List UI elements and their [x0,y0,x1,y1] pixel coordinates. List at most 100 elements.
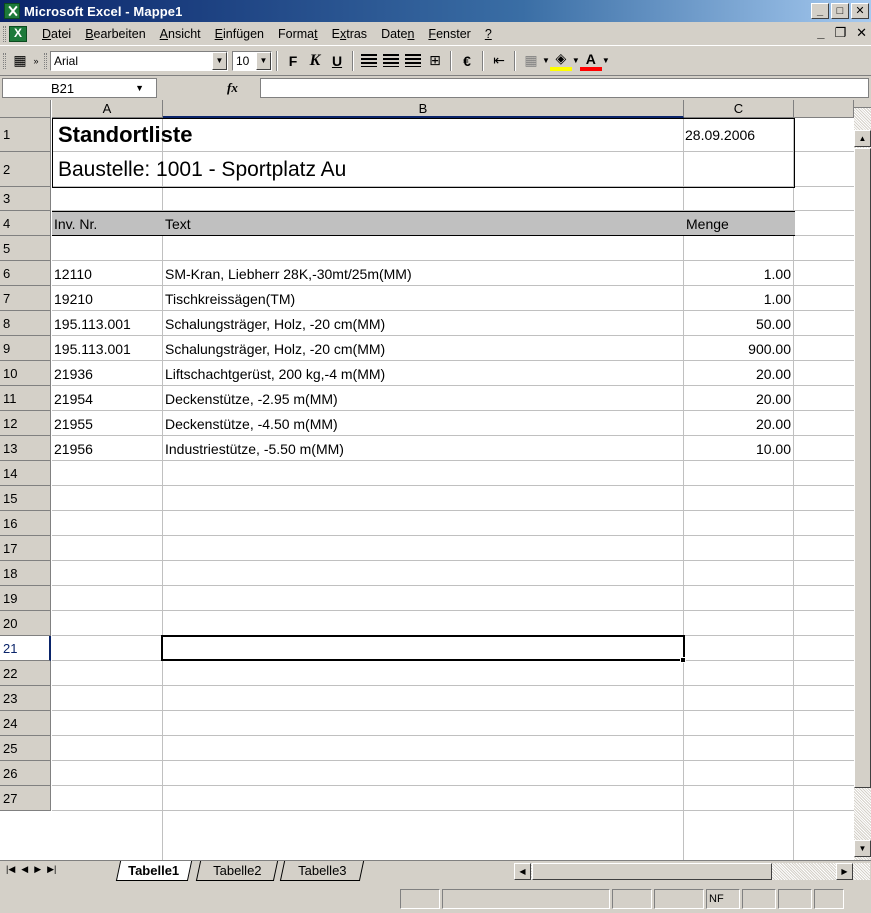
sheet-subtitle[interactable]: Baustelle: 1001 - Sportplatz Au [52,152,682,187]
column-header-b[interactable]: B [163,100,684,118]
column-header-c[interactable]: C [684,100,794,118]
italic-button[interactable]: K [304,52,326,70]
size-combobox[interactable]: 10 ▼ [232,50,272,71]
menu-item-6[interactable]: Daten [381,27,414,41]
cell-menge[interactable]: 20.00 [684,386,794,411]
row-header-22[interactable]: 22 [0,661,51,686]
row-header-6[interactable]: 6 [0,261,51,286]
align-left-icon[interactable] [361,54,377,67]
toolbar-grip-2[interactable] [44,52,47,69]
split-handle[interactable] [854,100,871,108]
document-icon[interactable] [9,25,27,42]
borders-icon[interactable]: ▦ [520,51,542,71]
cell-menge[interactable]: 20.00 [684,411,794,436]
font-combobox[interactable]: Arial ▼ [50,50,228,71]
cell-text[interactable]: Industriestütze, -5.50 m(MM) [163,436,683,461]
next-sheet-icon[interactable]: ▶ [34,864,41,875]
minimize-button[interactable]: _ [811,3,829,19]
cell-text[interactable]: Liftschachtgerüst, 200 kg,-4 m(MM) [163,361,683,386]
excel-app-icon[interactable] [4,3,20,19]
header-inv[interactable]: Inv. Nr. [52,211,162,236]
scroll-left-icon[interactable]: ◀ [514,863,531,880]
cell-menge[interactable]: 10.00 [684,436,794,461]
menu-grip[interactable] [3,25,6,42]
scroll-right-icon[interactable]: ▶ [836,863,853,880]
cell-text[interactable]: Schalungsträger, Holz, -20 cm(MM) [163,311,683,336]
fill-dropdown-icon[interactable]: ▼ [572,56,580,65]
euro-button[interactable]: € [456,53,478,69]
row-header-5[interactable]: 5 [0,236,51,261]
row-header-1[interactable]: 1 [0,118,51,152]
row-header-19[interactable]: 19 [0,586,51,611]
fill-handle[interactable] [680,657,686,663]
font-color-button[interactable]: A [579,51,602,71]
row-header-11[interactable]: 11 [0,386,51,411]
row-header-16[interactable]: 16 [0,511,51,536]
size-dropdown-icon[interactable]: ▼ [256,51,271,70]
menu-item-7[interactable]: Fenster [428,27,470,41]
first-sheet-icon[interactable]: |◀ [6,864,15,875]
horizontal-scroll-thumb[interactable] [532,863,772,880]
font-dropdown-icon[interactable]: ▼ [212,51,227,70]
close-button[interactable]: ✕ [851,3,869,19]
selected-cell-b21[interactable] [161,635,685,661]
vertical-scroll-thumb[interactable] [854,148,871,788]
select-all-corner[interactable] [0,100,51,118]
row-header-24[interactable]: 24 [0,711,51,736]
menu-item-8[interactable]: ? [485,27,492,41]
cell-menge[interactable]: 1.00 [684,261,794,286]
menu-item-2[interactable]: Ansicht [160,27,201,41]
row-header-20[interactable]: 20 [0,611,51,636]
menu-item-3[interactable]: Einfügen [215,27,264,41]
doc-restore-icon[interactable]: ❐ [834,25,846,41]
row-header-13[interactable]: 13 [0,436,51,461]
row-header-14[interactable]: 14 [0,461,51,486]
cell-menge[interactable]: 900.00 [684,336,794,361]
scroll-up-icon[interactable]: ▲ [854,130,871,147]
row-header-4[interactable]: 4 [0,211,51,236]
fill-color-icon[interactable]: ◈ [549,50,572,71]
align-center-icon[interactable] [383,54,399,67]
tab-tabelle2[interactable]: Tabelle2 [195,861,279,881]
vertical-scrollbar[interactable]: ▲ ▼ [854,100,871,860]
cell-menge[interactable]: 20.00 [684,361,794,386]
align-right-icon[interactable] [405,54,421,67]
indent-icon[interactable]: ⇤ [488,51,510,71]
header-menge[interactable]: Menge [684,211,794,236]
row-header-26[interactable]: 26 [0,761,51,786]
toolbar-grip[interactable] [3,52,6,69]
toolbar-more-icon[interactable]: » [31,51,41,71]
sheet-title[interactable]: Standortliste [52,118,682,152]
horizontal-scrollbar[interactable]: ◀ ▶ [514,863,870,880]
cell-text[interactable]: Tischkreissägen(TM) [163,286,683,311]
row-header-10[interactable]: 10 [0,361,51,386]
worksheet-grid[interactable]: A B C 1 2 3 4 5 6 7 8 9 10 11 12 13 14 15 16 17 18 19 20 21 2… [0,100,871,860]
cell-text[interactable]: Schalungsträger, Holz, -20 cm(MM) [163,336,683,361]
doc-minimize-icon[interactable]: _ [817,25,824,41]
prev-sheet-icon[interactable]: ◀ [21,864,28,875]
tab-tabelle3[interactable]: Tabelle3 [279,861,365,881]
tab-tabelle1[interactable]: Tabelle1 [115,861,193,881]
row-header-15[interactable]: 15 [0,486,51,511]
sheet-date[interactable]: 28.09.2006 [684,118,794,152]
font-color-dropdown-icon[interactable]: ▼ [602,56,610,65]
bold-button[interactable]: F [282,53,304,69]
row-header-7[interactable]: 7 [0,286,51,311]
name-box-dropdown-icon[interactable]: ▼ [135,83,144,93]
row-header-9[interactable]: 9 [0,336,51,361]
column-header-a[interactable]: A [52,100,163,118]
fx-icon[interactable]: fx [227,80,238,96]
row-header-8[interactable]: 8 [0,311,51,336]
toolbar-options-icon[interactable]: ▦ [9,51,31,71]
maximize-button[interactable]: □ [831,3,849,19]
row-header-2[interactable]: 2 [0,152,51,187]
cell-menge[interactable]: 50.00 [684,311,794,336]
name-box[interactable]: B21 ▼ [2,78,157,98]
row-header-3[interactable]: 3 [0,187,51,211]
row-header-21[interactable]: 21 [0,636,51,661]
row-header-27[interactable]: 27 [0,786,51,811]
borders-dropdown-icon[interactable]: ▼ [542,56,550,65]
row-header-23[interactable]: 23 [0,686,51,711]
doc-close-icon[interactable]: ✕ [856,25,867,41]
formula-input[interactable] [260,78,869,98]
